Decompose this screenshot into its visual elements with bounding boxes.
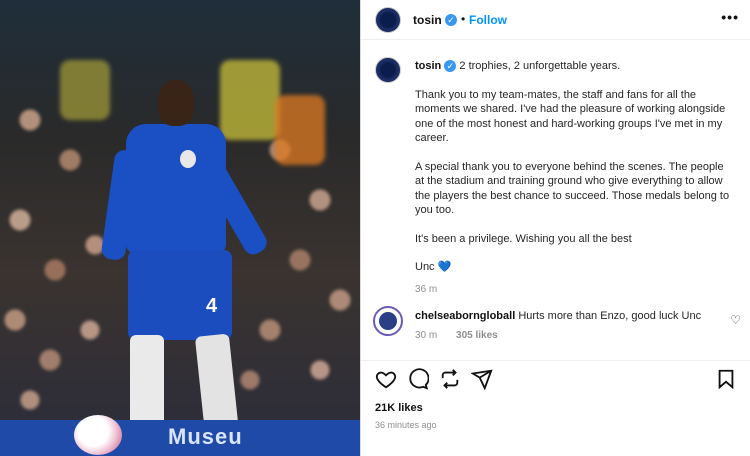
like-heart-icon[interactable]	[375, 368, 397, 390]
separator-dot: •	[461, 12, 466, 26]
divider	[361, 360, 750, 361]
commenter-username[interactable]: chelseaborngloball	[415, 310, 515, 322]
steward-vest	[275, 95, 325, 165]
club-badge	[180, 150, 196, 168]
comment-like-heart-icon[interactable]: ♡	[730, 313, 741, 327]
caption-paragraph: Thank you to my team-mates, the staff an…	[415, 88, 726, 145]
caption-first-line: 2 trophies, 2 unforgettable years.	[459, 60, 621, 72]
post-photo[interactable]: 4 Museu	[0, 0, 360, 456]
comment-meta: 30 m 305 likes	[415, 330, 498, 341]
post-header: tosin ✓ • Follow •••	[361, 0, 750, 40]
comment-likes[interactable]: 305 likes	[456, 330, 498, 341]
caption-username[interactable]: tosin	[415, 60, 441, 72]
caption-paragraph: A special thank you to everyone behind t…	[415, 160, 730, 217]
caption-body: tosin ✓ 2 trophies, 2 unforgettable year…	[415, 59, 735, 297]
action-bar	[375, 368, 745, 392]
author-avatar[interactable]	[375, 7, 401, 33]
verified-badge-icon: ✓	[445, 14, 457, 26]
caption-timestamp: 36 m	[415, 283, 438, 295]
caption-paragraph: It's been a privilege. Wishing you all t…	[415, 232, 632, 245]
football	[74, 415, 122, 455]
save-bookmark-icon[interactable]	[715, 368, 737, 390]
player-head	[158, 80, 194, 126]
football-player: 4	[100, 80, 271, 456]
caption-signoff: Unc 💙	[415, 260, 735, 275]
post-timestamp: 36 minutes ago	[375, 420, 437, 430]
author-username[interactable]: tosin	[413, 13, 442, 27]
blue-heart-emoji: 💙	[437, 261, 452, 273]
comment-time: 30 m	[415, 330, 438, 341]
jersey-number: 4	[206, 295, 218, 317]
verified-badge-icon: ✓	[444, 60, 457, 73]
commenter-avatar[interactable]	[373, 306, 403, 336]
caption-avatar[interactable]	[375, 57, 401, 83]
comment-body: Hurts more than Enzo, good luck Unc	[518, 310, 702, 322]
comment-bubble-icon[interactable]	[407, 368, 430, 390]
caption-signoff-text: Unc	[415, 261, 435, 273]
follow-button[interactable]: Follow	[469, 13, 507, 27]
post-panel: tosin ✓ • Follow ••• tosin ✓ 2 trophies,…	[360, 0, 750, 456]
likes-count[interactable]: 21K likes	[375, 402, 423, 414]
more-options-icon[interactable]: •••	[721, 9, 739, 25]
repost-icon[interactable]	[439, 368, 461, 390]
comment-text: chelseaborngloball Hurts more than Enzo,…	[415, 310, 715, 322]
advertising-board-text: Museu	[168, 424, 243, 449]
share-icon[interactable]	[470, 368, 493, 391]
commenter-avatar-logo	[379, 312, 397, 330]
steward-vest	[60, 60, 110, 120]
